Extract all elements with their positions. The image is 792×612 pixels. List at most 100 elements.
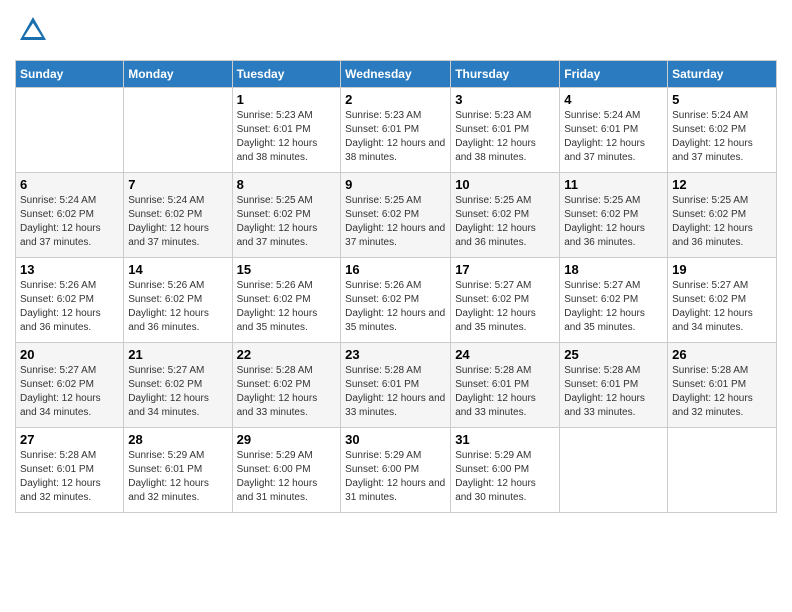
calendar-cell: 9Sunrise: 5:25 AM Sunset: 6:02 PM Daylig… [341,173,451,258]
day-header-thursday: Thursday [451,61,560,88]
day-info: Sunrise: 5:27 AM Sunset: 6:02 PM Dayligh… [672,279,772,335]
day-number: 25 [564,347,663,362]
calendar-cell [16,88,124,173]
day-info: Sunrise: 5:29 AM Sunset: 6:00 PM Dayligh… [455,449,555,505]
day-number: 18 [564,262,663,277]
day-info: Sunrise: 5:23 AM Sunset: 6:01 PM Dayligh… [455,109,555,165]
day-info: Sunrise: 5:27 AM Sunset: 6:02 PM Dayligh… [564,279,663,335]
calendar-week-5: 27 Sunrise: 5:28 AM Sunset: 6:01 PM Dayli… [16,428,777,513]
calendar-cell: 18 Sunrise: 5:27 AM Sunset: 6:02 PM Dayli… [560,258,668,343]
calendar-week-2: 6 Sunrise: 5:24 AM Sunset: 6:02 PM Daylig… [16,173,777,258]
calendar-cell: 10 Sunrise: 5:25 AM Sunset: 6:02 PM Dayli… [451,173,560,258]
calendar-cell: 16Sunrise: 5:26 AM Sunset: 6:02 PM Dayli… [341,258,451,343]
day-info: Sunrise: 5:26 AM Sunset: 6:02 PM Dayligh… [237,279,337,335]
calendar-cell: 17 Sunrise: 5:27 AM Sunset: 6:02 PM Dayli… [451,258,560,343]
day-info: Sunrise: 5:23 AM Sunset: 6:01 PM Dayligh… [237,109,337,165]
calendar-table: SundayMondayTuesdayWednesdayThursdayFrid… [15,60,777,513]
day-info: Sunrise: 5:29 AM Sunset: 6:01 PM Dayligh… [128,449,227,505]
day-number: 8 [237,177,337,192]
calendar-cell: 4 Sunrise: 5:24 AM Sunset: 6:01 PM Daylig… [560,88,668,173]
day-number: 20 [20,347,119,362]
day-info: Sunrise: 5:28 AM Sunset: 6:02 PM Dayligh… [237,364,337,420]
day-number: 6 [20,177,119,192]
day-number: 13 [20,262,119,277]
days-of-week-row: SundayMondayTuesdayWednesdayThursdayFrid… [16,61,777,88]
calendar-cell: 2 Sunrise: 5:23 AM Sunset: 6:01 PM Daylig… [341,88,451,173]
calendar-cell: 23 Sunrise: 5:28 AM Sunset: 6:01 PM Dayli… [341,343,451,428]
day-info: Sunrise: 5:27 AM Sunset: 6:02 PM Dayligh… [128,364,227,420]
calendar-week-3: 13 Sunrise: 5:26 AM Sunset: 6:02 PM Dayli… [16,258,777,343]
day-number: 12 [672,177,772,192]
calendar-cell: 24Sunrise: 5:28 AM Sunset: 6:01 PM Dayli… [451,343,560,428]
day-number: 22 [237,347,337,362]
day-number: 4 [564,92,663,107]
day-info: Sunrise: 5:26 AM Sunset: 6:02 PM Dayligh… [20,279,119,335]
day-header-monday: Monday [124,61,232,88]
day-header-wednesday: Wednesday [341,61,451,88]
day-number: 27 [20,432,119,447]
day-number: 9 [345,177,446,192]
day-number: 15 [237,262,337,277]
day-info: Sunrise: 5:24 AM Sunset: 6:01 PM Dayligh… [564,109,663,165]
calendar-cell: 7Sunrise: 5:24 AM Sunset: 6:02 PM Daylig… [124,173,232,258]
day-header-tuesday: Tuesday [232,61,341,88]
day-number: 30 [345,432,446,447]
calendar-cell: 22 Sunrise: 5:28 AM Sunset: 6:02 PM Dayli… [232,343,341,428]
calendar-cell: 25 Sunrise: 5:28 AM Sunset: 6:01 PM Dayli… [560,343,668,428]
calendar-cell: 14 Sunrise: 5:26 AM Sunset: 6:02 PM Dayli… [124,258,232,343]
day-number: 10 [455,177,555,192]
day-number: 21 [128,347,227,362]
calendar-cell: 5 Sunrise: 5:24 AM Sunset: 6:02 PM Daylig… [668,88,777,173]
day-info: Sunrise: 5:28 AM Sunset: 6:01 PM Dayligh… [20,449,119,505]
day-info: Sunrise: 5:25 AM Sunset: 6:02 PM Dayligh… [237,194,337,250]
calendar-cell: 12 Sunrise: 5:25 AM Sunset: 6:02 PM Dayli… [668,173,777,258]
day-number: 24 [455,347,555,362]
day-info: Sunrise: 5:25 AM Sunset: 6:02 PM Dayligh… [564,194,663,250]
day-number: 19 [672,262,772,277]
calendar-cell: 29Sunrise: 5:29 AM Sunset: 6:00 PM Dayli… [232,428,341,513]
day-header-friday: Friday [560,61,668,88]
calendar-cell: 6 Sunrise: 5:24 AM Sunset: 6:02 PM Daylig… [16,173,124,258]
calendar-cell [668,428,777,513]
calendar-cell: 15 Sunrise: 5:26 AM Sunset: 6:02 PM Dayli… [232,258,341,343]
day-info: Sunrise: 5:26 AM Sunset: 6:02 PM Dayligh… [128,279,227,335]
day-header-saturday: Saturday [668,61,777,88]
day-info: Sunrise: 5:24 AM Sunset: 6:02 PM Dayligh… [20,194,119,250]
day-info: Sunrise: 5:24 AM Sunset: 6:02 PM Dayligh… [672,109,772,165]
day-info: Sunrise: 5:27 AM Sunset: 6:02 PM Dayligh… [20,364,119,420]
calendar-cell [560,428,668,513]
calendar-cell: 1Sunrise: 5:23 AM Sunset: 6:01 PM Daylig… [232,88,341,173]
calendar-cell: 31 Sunrise: 5:29 AM Sunset: 6:00 PM Dayli… [451,428,560,513]
day-info: Sunrise: 5:23 AM Sunset: 6:01 PM Dayligh… [345,109,446,165]
day-number: 3 [455,92,555,107]
day-info: Sunrise: 5:26 AM Sunset: 6:02 PM Dayligh… [345,279,446,335]
logo-icon [18,15,48,45]
day-info: Sunrise: 5:25 AM Sunset: 6:02 PM Dayligh… [672,194,772,250]
day-number: 17 [455,262,555,277]
logo [15,15,48,50]
day-number: 23 [345,347,446,362]
day-number: 5 [672,92,772,107]
calendar-cell: 19 Sunrise: 5:27 AM Sunset: 6:02 PM Dayli… [668,258,777,343]
day-number: 2 [345,92,446,107]
day-info: Sunrise: 5:28 AM Sunset: 6:01 PM Dayligh… [672,364,772,420]
calendar-cell: 21 Sunrise: 5:27 AM Sunset: 6:02 PM Dayli… [124,343,232,428]
calendar-cell [124,88,232,173]
calendar-cell: 30 Sunrise: 5:29 AM Sunset: 6:00 PM Dayli… [341,428,451,513]
day-number: 28 [128,432,227,447]
calendar-body: 1Sunrise: 5:23 AM Sunset: 6:01 PM Daylig… [16,88,777,513]
calendar-week-1: 1Sunrise: 5:23 AM Sunset: 6:01 PM Daylig… [16,88,777,173]
day-number: 31 [455,432,555,447]
day-info: Sunrise: 5:29 AM Sunset: 6:00 PM Dayligh… [345,449,446,505]
day-header-sunday: Sunday [16,61,124,88]
calendar-cell: 20 Sunrise: 5:27 AM Sunset: 6:02 PM Dayli… [16,343,124,428]
day-info: Sunrise: 5:27 AM Sunset: 6:02 PM Dayligh… [455,279,555,335]
day-number: 29 [237,432,337,447]
day-number: 14 [128,262,227,277]
logo-text [15,15,48,50]
calendar-cell: 26Sunrise: 5:28 AM Sunset: 6:01 PM Dayli… [668,343,777,428]
day-info: Sunrise: 5:25 AM Sunset: 6:02 PM Dayligh… [455,194,555,250]
day-number: 11 [564,177,663,192]
day-info: Sunrise: 5:28 AM Sunset: 6:01 PM Dayligh… [564,364,663,420]
day-info: Sunrise: 5:28 AM Sunset: 6:01 PM Dayligh… [345,364,446,420]
